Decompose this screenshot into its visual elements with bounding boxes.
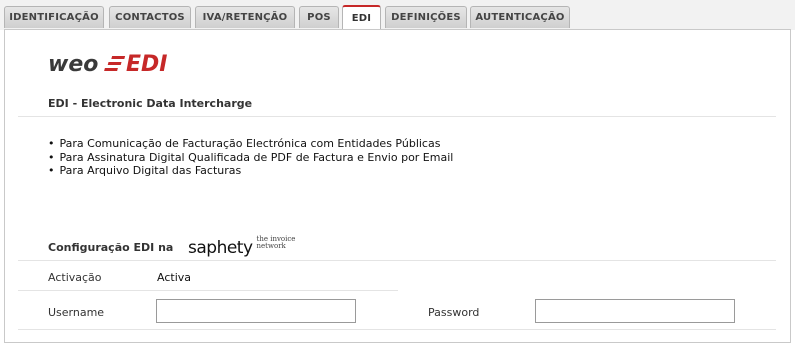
logo-edi-text: EDI	[126, 52, 167, 77]
edi-section-title: EDI - Electronic Data Intercharge	[48, 97, 253, 110]
password-input[interactable]	[535, 299, 735, 323]
activation-label: Activação	[48, 271, 102, 284]
saphety-tagline: the invoice network	[256, 235, 296, 250]
tab-edi[interactable]: EDI	[342, 5, 381, 30]
username-label: Username	[48, 306, 105, 319]
password-label: Password	[428, 306, 480, 319]
divider	[18, 260, 776, 261]
divider	[18, 116, 776, 117]
tab-bar: IDENTIFICAÇÃO CONTACTOS IVA/RETENÇÃO POS…	[0, 0, 795, 30]
feature-item: Para Comunicação de Facturação Electróni…	[48, 137, 453, 151]
feature-item: Para Assinatura Digital Qualificada de P…	[48, 151, 454, 165]
tab-autenticacao[interactable]: AUTENTICAÇÃO	[470, 6, 570, 28]
tab-identificacao[interactable]: IDENTIFICAÇÃO	[4, 6, 104, 28]
tab-definicoes[interactable]: DEFINIÇÕES	[385, 6, 467, 28]
divider	[18, 290, 398, 291]
config-section-title: Configuração EDI na	[48, 241, 174, 254]
tab-pos[interactable]: POS	[299, 6, 339, 28]
divider	[18, 329, 776, 330]
activation-status: Activa	[157, 271, 191, 284]
tab-iva-retencao[interactable]: IVA/RETENÇÃO	[195, 6, 295, 28]
username-input[interactable]	[156, 299, 356, 323]
weoedi-logo: weo EDI	[46, 48, 176, 78]
saphety-brand-name: saphety	[188, 238, 253, 258]
feature-item: Para Arquivo Digital das Facturas	[48, 164, 453, 178]
saphety-logo: saphety the invoice network	[188, 235, 296, 259]
feature-list: Para Comunicação de Facturação Electróni…	[48, 137, 454, 178]
logo-weo-text: weo	[48, 52, 98, 77]
tab-contactos[interactable]: CONTACTOS	[109, 6, 191, 28]
